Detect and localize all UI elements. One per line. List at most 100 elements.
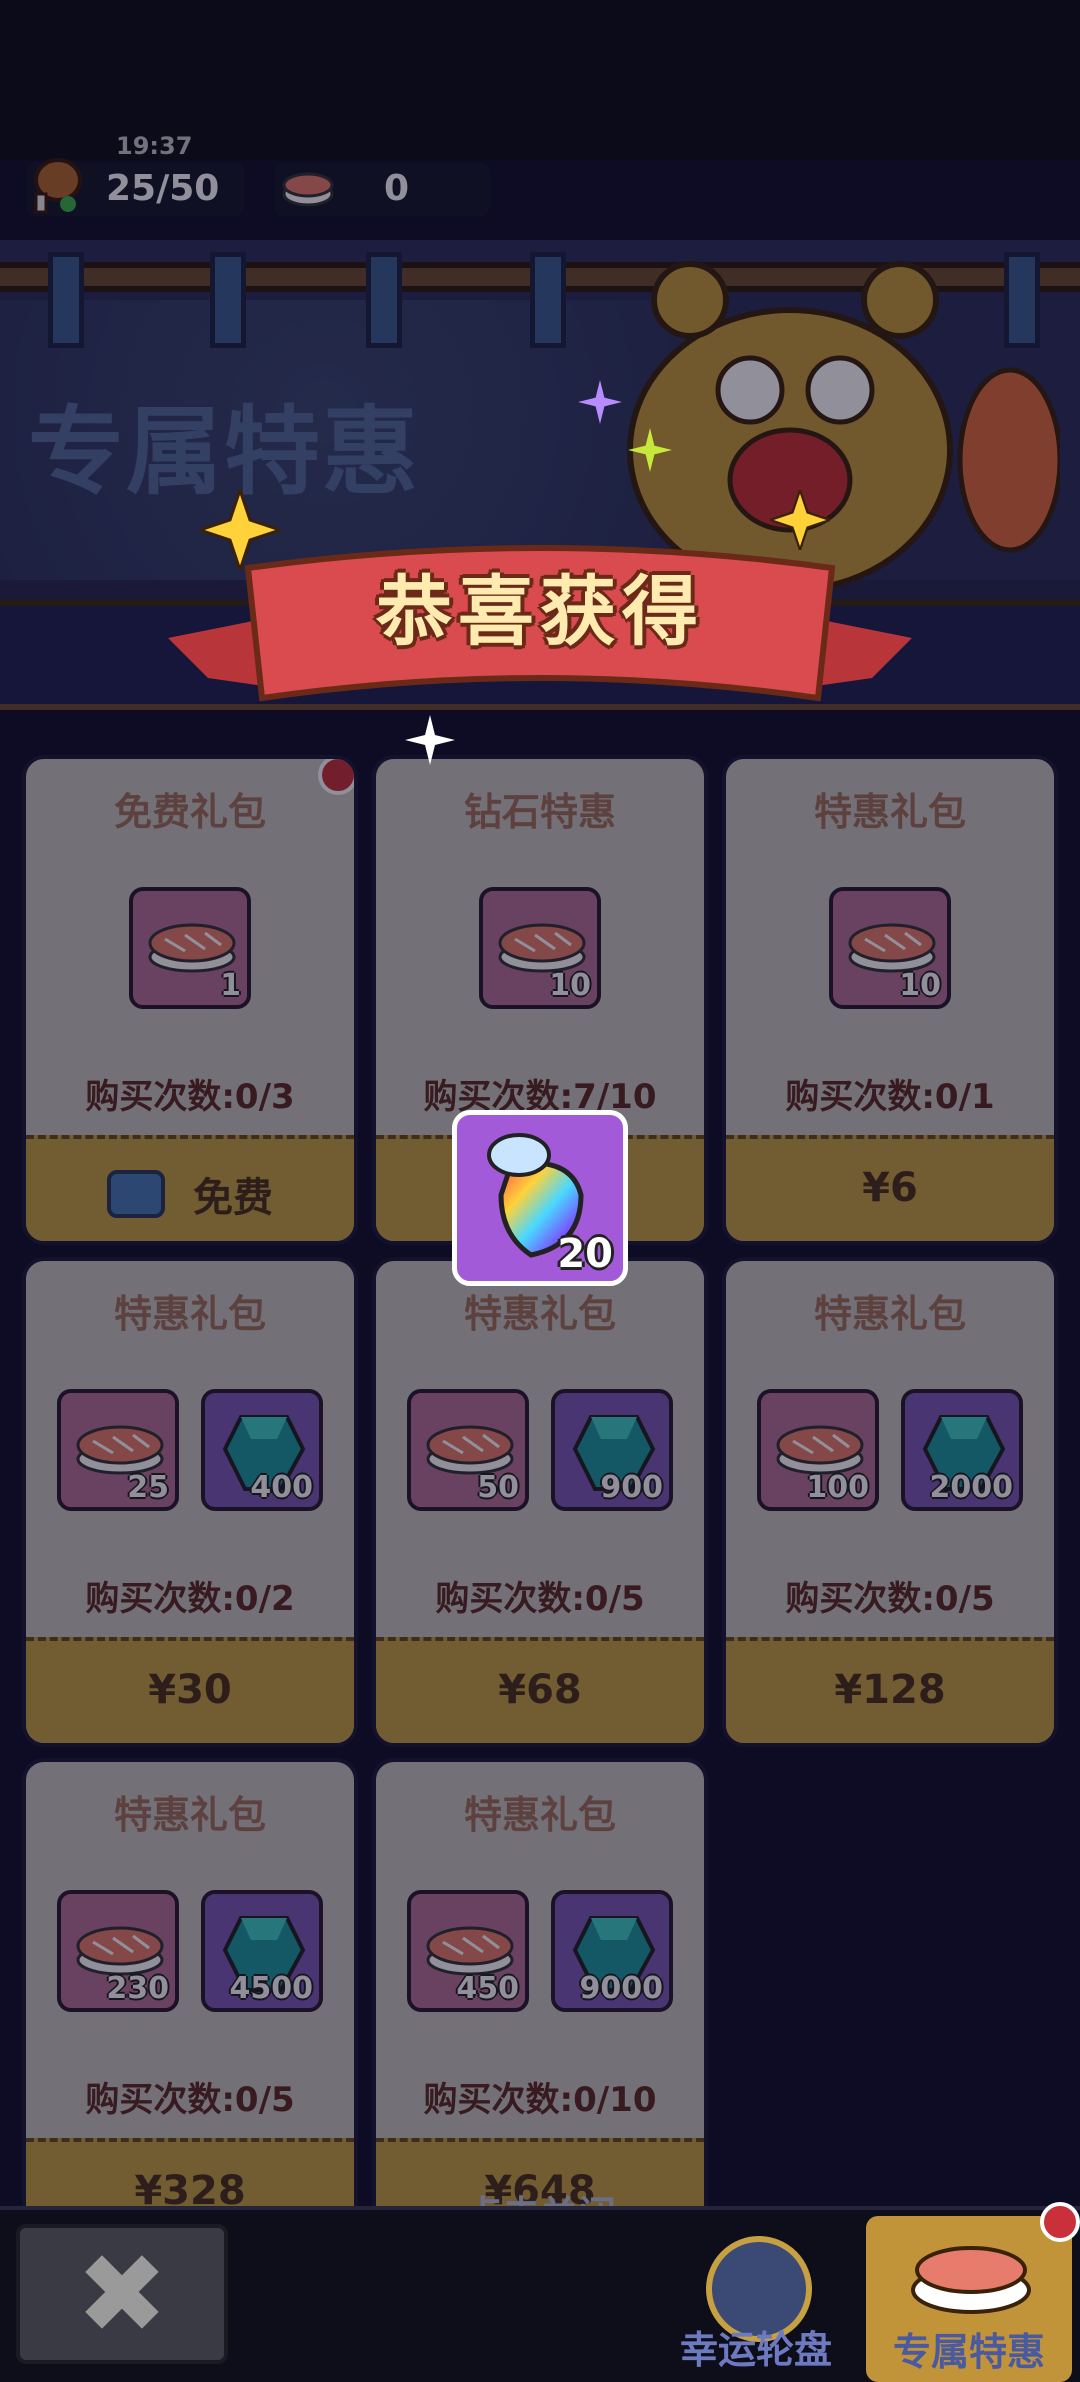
price-label: ¥68 (498, 1667, 582, 1713)
buy-button[interactable]: ¥128 (726, 1637, 1054, 1743)
pack-title: 钻石特惠 (463, 790, 616, 834)
price-label: ¥128 (834, 1667, 946, 1713)
item-quantity: 100 (806, 1470, 869, 1505)
sushi-item: 50 (407, 1389, 529, 1511)
item-quantity: 2000 (929, 1470, 1014, 1505)
sushi-value: 0 (384, 168, 410, 209)
sushi-icon (426, 1425, 514, 1475)
item-quantity: 1 (220, 968, 241, 1003)
gem-item: 2000 (901, 1389, 1023, 1511)
pack-items: 50 900 (376, 1389, 704, 1511)
pack-title: 特惠礼包 (813, 790, 966, 834)
item-quantity: 9000 (579, 1971, 664, 2006)
sushi-item: 10 (829, 887, 951, 1009)
buy-button[interactable]: ¥6 (726, 1135, 1054, 1241)
notification-badge (318, 759, 354, 795)
pack-items: 100 2000 (726, 1389, 1054, 1511)
sparkle-icon (578, 380, 622, 424)
sparkle-icon (628, 428, 672, 472)
item-quantity: 4500 (229, 1971, 314, 2006)
sushi-icon (282, 172, 334, 207)
nav-lucky-wheel-label: 幸运轮盘 (679, 2328, 832, 2372)
sushi-icon (848, 923, 936, 973)
sushi-icon (76, 1926, 164, 1976)
pack-items: 450 9000 (376, 1890, 704, 2012)
purchase-count: 购买次数:0/3 (85, 1077, 295, 1117)
price-label: 免费 (193, 1175, 273, 1221)
price-label: ¥30 (148, 1667, 232, 1713)
pack-items: 10 (376, 887, 704, 1009)
video-ad-icon (107, 1170, 165, 1218)
notification-badge (1040, 2202, 1080, 2242)
sushi-item: 1 (129, 887, 251, 1009)
sushi-item: 100 (757, 1389, 879, 1511)
pack-card[interactable]: 特惠礼包 450 9000 购买次数:0/10 ¥648 (372, 1758, 708, 2248)
pack-title: 特惠礼包 (463, 1292, 616, 1336)
sparkle-icon (405, 715, 455, 765)
buy-button[interactable]: ¥68 (376, 1637, 704, 1743)
item-quantity: 230 (106, 1971, 169, 2006)
free-claim-button[interactable]: 免费 (26, 1135, 354, 1241)
sushi-icon (776, 1425, 864, 1475)
item-quantity: 900 (600, 1470, 663, 1505)
gem-item: 400 (201, 1389, 323, 1511)
item-quantity: 25 (127, 1470, 169, 1505)
gem-item: 4500 (201, 1890, 323, 2012)
pack-card[interactable]: 免费礼包 1 购买次数:0/3 免费 (22, 755, 358, 1245)
pack-card[interactable]: 特惠礼包 10 购买次数:0/1 ¥6 (722, 755, 1058, 1245)
purchase-count: 购买次数:0/5 (785, 1579, 995, 1619)
pack-items: 1 (26, 887, 354, 1009)
nav-exclusive-offer[interactable]: 专属特惠 (866, 2202, 1080, 2382)
sushi-item: 230 (57, 1890, 179, 2012)
purchase-count: 购买次数:0/1 (785, 1077, 995, 1117)
sushi-platter-icon (911, 2246, 1031, 2314)
gem-item: 9000 (551, 1890, 673, 2012)
sushi-item: 10 (479, 887, 601, 1009)
pack-card[interactable]: 特惠礼包 25 400 购买次数:0/2 ¥30 (22, 1257, 358, 1747)
energy-counter: 25/50 (26, 158, 244, 216)
purchase-count: 购买次数:0/5 (435, 1579, 645, 1619)
pack-title: 特惠礼包 (813, 1292, 966, 1336)
pack-card[interactable]: 特惠礼包 50 900 购买次数:0/5 ¥68 (372, 1257, 708, 1747)
pack-title: 特惠礼包 (463, 1793, 616, 1837)
item-quantity: 400 (250, 1470, 313, 1505)
pack-card[interactable]: 特惠礼包 100 2000 购买次数:0/5 ¥128 (722, 1257, 1058, 1747)
sushi-item: 25 (57, 1389, 179, 1511)
bottom-nav: ✖ 幸运轮盘 专属特惠 (0, 2202, 1080, 2382)
sushi-counter: 0 (274, 162, 490, 216)
pack-title: 免费礼包 (113, 790, 266, 834)
price-label: ¥6 (862, 1165, 918, 1211)
sushi-icon (148, 923, 236, 973)
sushi-icon (498, 923, 586, 973)
pack-title: 特惠礼包 (113, 1292, 266, 1336)
reward-quantity: 20 (557, 1231, 613, 1277)
drumstick-icon (34, 158, 82, 214)
sushi-icon (76, 1425, 164, 1475)
reward-item: 20 (452, 1110, 628, 1286)
pack-items: 25 400 (26, 1389, 354, 1511)
item-quantity: 10 (549, 968, 591, 1003)
sushi-item: 450 (407, 1890, 529, 2012)
pack-items: 10 (726, 887, 1054, 1009)
close-button[interactable]: ✖ (16, 2224, 228, 2364)
purchase-count: 购买次数:0/10 (423, 2080, 657, 2120)
clock: 19:37 (116, 132, 193, 160)
pack-card[interactable]: 特惠礼包 230 4500 购买次数:0/5 ¥328 (22, 1758, 358, 2248)
close-icon: ✖ (75, 2230, 169, 2358)
popup-title: 恭喜获得 (376, 567, 704, 656)
item-quantity: 450 (456, 1971, 519, 2006)
buy-button[interactable]: ¥30 (26, 1637, 354, 1743)
nav-exclusive-offer-label: 专属特惠 (892, 2330, 1045, 2374)
purchase-count: 购买次数:0/2 (85, 1579, 295, 1619)
sparkle-icon (770, 490, 830, 550)
sparkle-icon (200, 490, 280, 570)
top-bar: 19:37 (0, 0, 1080, 160)
nav-lucky-wheel[interactable]: 幸运轮盘 (656, 2230, 856, 2380)
pack-title: 特惠礼包 (113, 1793, 266, 1837)
item-quantity: 10 (899, 968, 941, 1003)
pack-items: 230 4500 (26, 1890, 354, 2012)
energy-value: 25/50 (106, 168, 220, 209)
purchase-count: 购买次数:0/5 (85, 2080, 295, 2120)
gem-item: 900 (551, 1389, 673, 1511)
item-quantity: 50 (477, 1470, 519, 1505)
